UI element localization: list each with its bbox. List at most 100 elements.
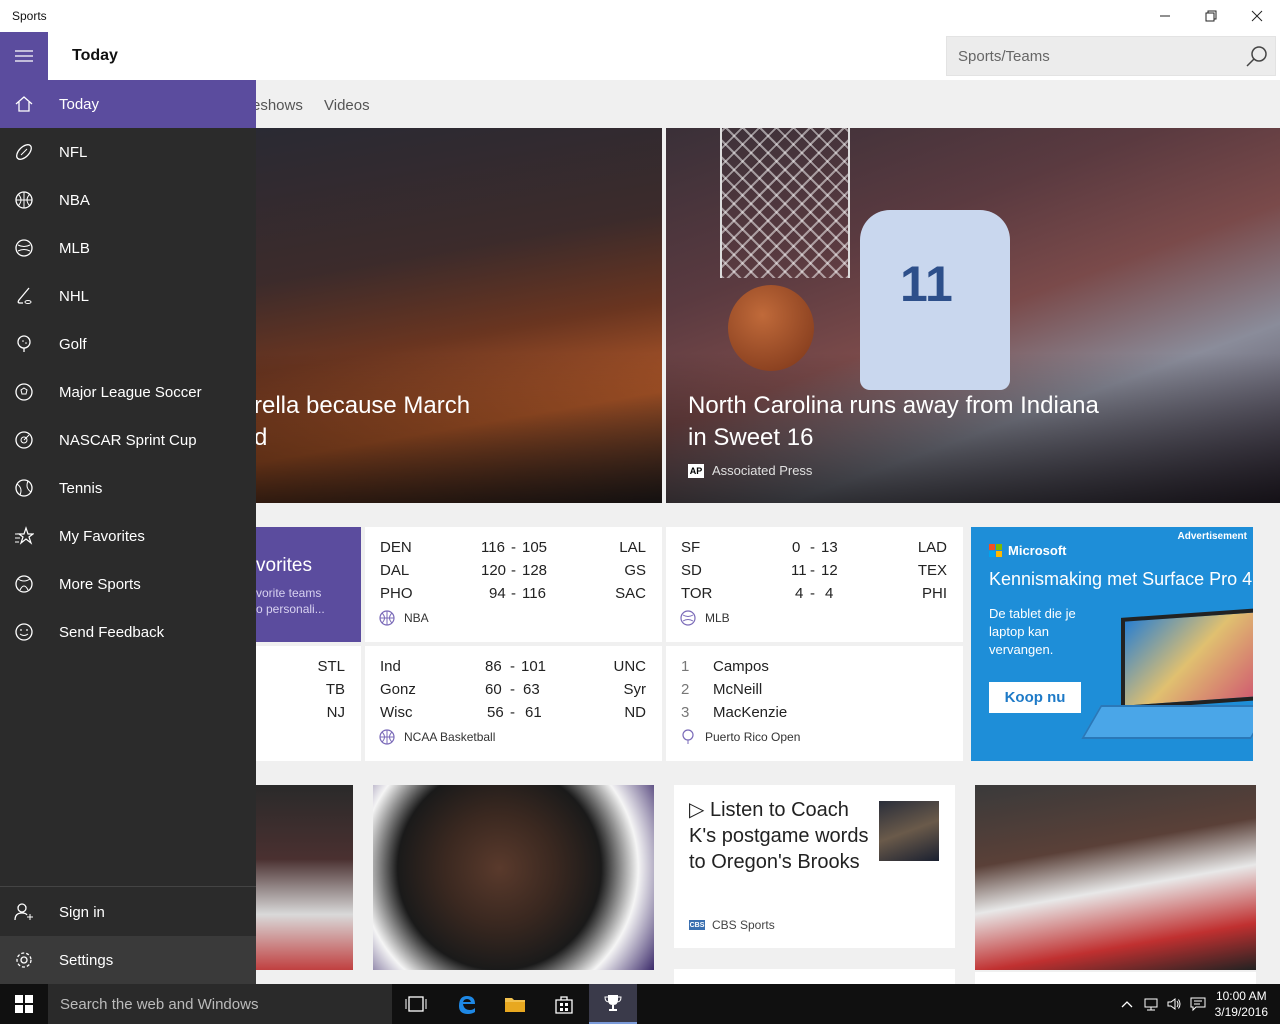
soccer-icon [15,383,33,401]
minimize-button[interactable] [1142,0,1188,32]
nav-item-nba[interactable]: NBA [0,176,256,224]
nav-item-golf[interactable]: Golf [0,320,256,368]
mlb-scores-card[interactable]: SF 0 - 13 LAD SD 11 - 12 TEX TOR 4 - 4 P… [666,527,963,642]
score-separator: - [510,681,515,698]
away-score: 13 [821,539,838,556]
away-team: TEX [917,562,947,579]
nav-item-settings[interactable]: Settings [0,936,256,984]
score-row: DEN 116 - 105 LAL [365,537,662,560]
story-image-players[interactable] [256,785,353,970]
away-team: LAL [619,539,646,556]
basketball-icon [379,729,395,745]
tab-slideshows[interactable]: eshows [252,97,303,114]
away-score: 128 [522,562,548,579]
ad-text: De tablet die je laptop kan vervangen. [989,606,1076,657]
video-source-name: CBS Sports [712,918,775,932]
score-separator: - [511,539,516,556]
away-team: GS [624,562,646,579]
nav-item-nhl[interactable]: NHL [0,272,256,320]
nba-scores-card[interactable]: DEN 116 - 105 LAL DAL 120 - 128 GS PHO 9… [365,527,662,642]
surface-keyboard-graphic [1081,705,1253,739]
story-image-ray-lewis[interactable] [373,785,654,970]
minimize-icon [1160,15,1170,17]
league-name: MLB [705,611,730,625]
file-explorer-taskbar-button[interactable] [491,984,539,1024]
tab-videos[interactable]: Videos [324,97,370,114]
network-icon[interactable] [1143,996,1159,1012]
favorites-card[interactable]: vorites vorite teams o personali... [256,527,361,642]
nav-item-mls[interactable]: Major League Soccer [0,368,256,416]
away-score: 101 [521,658,547,675]
score-row: Gonz 60 - 63 Syr [365,679,662,702]
home-team: PHO [380,585,413,602]
nav-item-today[interactable]: Today [0,80,256,128]
home-team: Ind [380,658,401,675]
nav-item-nascar[interactable]: NASCAR Sprint Cup [0,416,256,464]
tennis-icon [15,479,33,497]
score-row: DAL 120 - 128 GS [365,560,662,583]
restore-button[interactable] [1188,0,1234,32]
ad-buy-button[interactable]: Koop nu [989,682,1081,713]
basketball-graphic [728,285,814,371]
card-league: MLB [680,610,730,626]
partial-score-card[interactable]: STL TB NJ [256,646,361,761]
task-view-button[interactable] [392,984,440,1024]
basketball-net-graphic [720,128,850,278]
score-row: Wisc 56 - 61 ND [365,702,662,725]
home-score: 60 [485,681,502,698]
close-button[interactable] [1234,0,1280,32]
golf-icon [17,335,31,352]
home-team: DAL [380,562,410,579]
content-tabs: eshows Videos [252,80,1280,128]
nav-item-send-feedback[interactable]: Send Feedback [0,608,256,656]
rank: 2 [681,681,690,698]
leaderboard-row: 2 McNeill [666,679,963,702]
nav-item-tennis[interactable]: Tennis [0,464,256,512]
title-bar: Sports [0,0,1280,32]
system-clock[interactable]: 10:00 AM 3/19/2016 [1215,988,1268,1020]
start-button[interactable] [0,984,48,1024]
nav-divider [0,886,256,887]
golf-leaderboard-card[interactable]: 1 Campos 2 McNeill 3 MacKenzie Puerto Ri… [666,646,963,761]
nav-item-mlb[interactable]: MLB [0,224,256,272]
advertisement-surface-pro[interactable]: Advertisement Microsoft Kennismaking met… [971,527,1253,761]
person-add-icon [14,903,33,921]
nav-item-label: MLB [59,240,90,257]
ad-headline: Kennismaking met Surface Pro 4 [989,569,1253,589]
nav-item-my-favorites[interactable]: My Favorites [0,512,256,560]
nav-item-sign-in[interactable]: Sign in [0,888,256,936]
search-icon[interactable] [1245,45,1269,69]
windows-logo-icon [15,995,33,1013]
hamburger-menu-button[interactable] [0,32,48,80]
video-story-card[interactable]: ▷ Listen to Coach K's postgame words to … [674,785,955,948]
nav-item-label: Golf [59,336,87,353]
sports-app-taskbar-button[interactable] [589,984,637,1024]
story-card-stub[interactable] [674,969,955,984]
restore-icon [1205,10,1217,22]
hero-source: AP Associated Press [688,463,812,478]
search-input[interactable] [947,37,1237,75]
hero-story-left[interactable]: rella because March d [256,128,662,503]
clock-date: 3/19/2016 [1214,1005,1268,1019]
cbs-logo-icon: CBS [689,920,705,930]
score-row: Ind 86 - 101 UNC [365,656,662,679]
store-taskbar-button[interactable] [540,984,588,1024]
edge-taskbar-button[interactable] [443,984,491,1024]
away-score: 12 [821,562,838,579]
hero-right-title-line1: North Carolina runs away from Indiana [688,392,1099,419]
action-center-notifications-icon[interactable] [1190,996,1206,1012]
video-thumbnail [879,801,939,861]
ncaa-scores-card[interactable]: Ind 86 - 101 UNC Gonz 60 - 63 Syr Wisc 5… [365,646,662,761]
ap-logo-icon: AP [688,463,704,478]
story-image-virginia[interactable] [975,785,1256,970]
taskbar-search-input[interactable] [48,984,392,1024]
nav-item-nfl[interactable]: NFL [0,128,256,176]
away-team: PHI [921,585,947,602]
story-card-stub[interactable] [975,972,1256,984]
nav-item-more-sports[interactable]: More Sports [0,560,256,608]
home-team: SF [681,539,701,556]
volume-icon[interactable] [1166,996,1182,1012]
hamburger-icon [15,50,33,62]
more-sports-icon [15,575,33,593]
show-hidden-icons-chevron-up-icon[interactable] [1119,996,1135,1012]
